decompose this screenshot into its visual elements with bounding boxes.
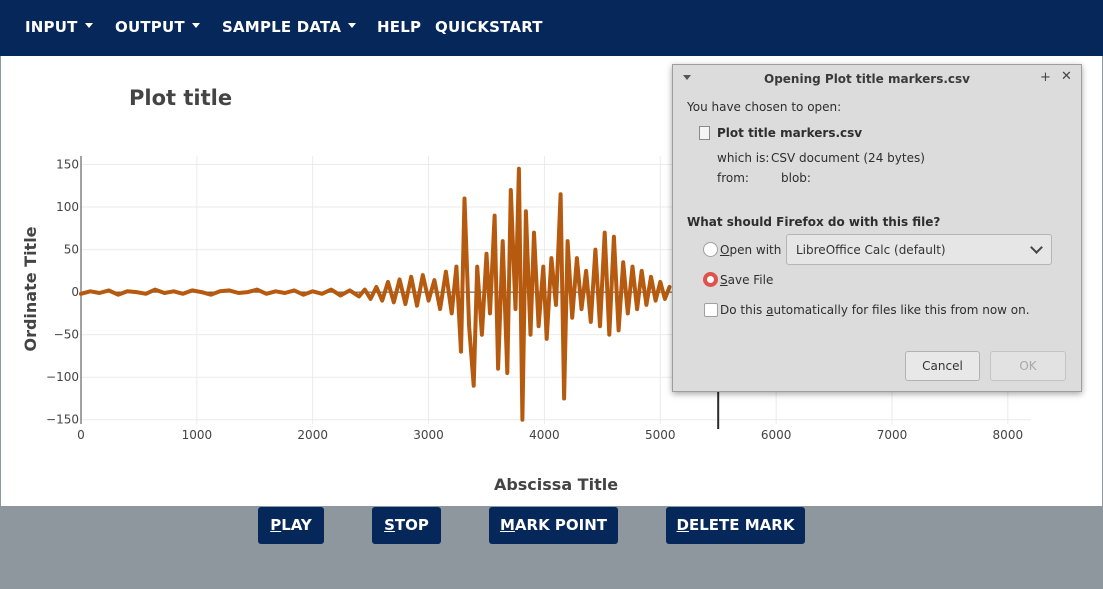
cancel-button[interactable]: Cancel	[905, 351, 980, 381]
x-tick-label: 4000	[529, 428, 560, 442]
x-tick-label: 8000	[993, 428, 1024, 442]
caret-down-icon	[348, 23, 357, 28]
action-question: What should Firefox do with this file?	[687, 215, 941, 229]
save-file-radio[interactable]	[703, 272, 718, 287]
chart-title: Plot title	[129, 86, 232, 110]
dialog-title: Opening Plot title markers.csv	[764, 72, 970, 86]
x-axis-title: Abscissa Title	[494, 475, 618, 494]
nav-help-label: HELP	[377, 18, 422, 36]
nav-help-link[interactable]: HELP	[377, 18, 421, 36]
open-with-radio[interactable]	[703, 242, 718, 257]
chosen-to-open-text: You have chosen to open:	[687, 100, 842, 114]
nav-output-menu[interactable]: OUTPUT	[115, 18, 200, 36]
mark-point-button-label: ARK POINT	[514, 516, 608, 534]
x-tick-label: 5000	[645, 428, 676, 442]
dialog-titlebar[interactable]: Opening Plot title markers.csv + ✕	[673, 65, 1081, 91]
x-tick-label: 2000	[297, 428, 328, 442]
series-line	[79, 166, 672, 422]
mark-point-button[interactable]: MARK POINT	[489, 507, 618, 544]
delete-mark-button-label: ELETE MARK	[688, 516, 795, 534]
chevron-down-icon	[1030, 241, 1043, 254]
open-with-app-select[interactable]: LibreOffice Calc (default)	[786, 234, 1052, 265]
close-icon[interactable]: ✕	[1061, 69, 1072, 84]
play-button[interactable]: PLAY	[258, 507, 324, 544]
file-name: Plot title markers.csv	[717, 126, 863, 140]
from-label: from:	[717, 171, 749, 185]
play-button-accesskey: P	[270, 516, 282, 534]
caret-down-icon	[191, 23, 200, 28]
y-tick-label: 100	[56, 200, 79, 214]
save-file-text: ave File	[727, 273, 774, 287]
open-with-text: pen with	[729, 243, 782, 257]
stop-button[interactable]: STOP	[372, 507, 441, 544]
pin-icon[interactable]: +	[1040, 70, 1051, 85]
caret-down-icon	[84, 23, 93, 28]
delete-mark-button[interactable]: DELETE MARK	[666, 507, 805, 544]
mark-point-button-accesskey: M	[499, 516, 515, 534]
save-file-label[interactable]: Save File	[720, 273, 773, 287]
nav-quickstart-label: QUICKSTART	[435, 18, 543, 36]
nav-sample-data-label: SAMPLE DATA	[222, 18, 342, 36]
stop-button-label: TOP	[394, 516, 429, 534]
auto-action-text: utomatically for files like this from no…	[773, 303, 1030, 317]
ok-button[interactable]: OK	[990, 351, 1066, 381]
auto-action-checkbox[interactable]	[704, 303, 718, 317]
stop-button-accesskey: S	[384, 516, 395, 534]
auto-action-label[interactable]: Do this automatically for files like thi…	[720, 303, 1030, 317]
top-navbar: INPUT OUTPUT SAMPLE DATA HELP QUICKSTART	[0, 0, 1103, 56]
y-tick-label: −100	[46, 370, 79, 384]
download-dialog: Opening Plot title markers.csv + ✕ You h…	[672, 64, 1082, 392]
play-button-label: LAY	[281, 516, 312, 534]
y-tick-label: 0	[71, 285, 79, 299]
x-tick-label: 7000	[877, 428, 908, 442]
nav-sample-data-menu[interactable]: SAMPLE DATA	[222, 18, 357, 36]
y-tick-label: −50	[54, 328, 79, 342]
x-tick-label: 6000	[761, 428, 792, 442]
which-is-label: which is:	[717, 151, 770, 165]
auto-action-text-pre: Do this	[720, 303, 767, 317]
playback-controls: PLAY STOP MARK POINT DELETE MARK	[0, 506, 1103, 589]
nav-input-label: INPUT	[25, 18, 78, 36]
file-type-value: CSV document (24 bytes)	[771, 151, 925, 165]
delete-mark-button-accesskey: D	[676, 516, 689, 534]
nav-output-label: OUTPUT	[115, 18, 185, 36]
y-tick-label: 150	[56, 158, 79, 172]
nav-input-menu[interactable]: INPUT	[25, 18, 93, 36]
open-with-label[interactable]: Open with	[720, 243, 781, 257]
file-icon	[699, 126, 710, 140]
open-with-app-value: LibreOffice Calc (default)	[796, 243, 946, 257]
y-tick-label: −150	[46, 413, 79, 427]
y-axis-title: Ordinate Title	[21, 226, 40, 351]
x-tick-label: 0	[77, 428, 85, 442]
x-tick-label: 3000	[413, 428, 444, 442]
x-tick-label: 1000	[182, 428, 213, 442]
save-file-accesskey: S	[720, 273, 728, 287]
from-value: blob:	[781, 171, 811, 185]
nav-quickstart-link[interactable]: QUICKSTART	[435, 18, 543, 36]
y-tick-label: 50	[64, 243, 79, 257]
